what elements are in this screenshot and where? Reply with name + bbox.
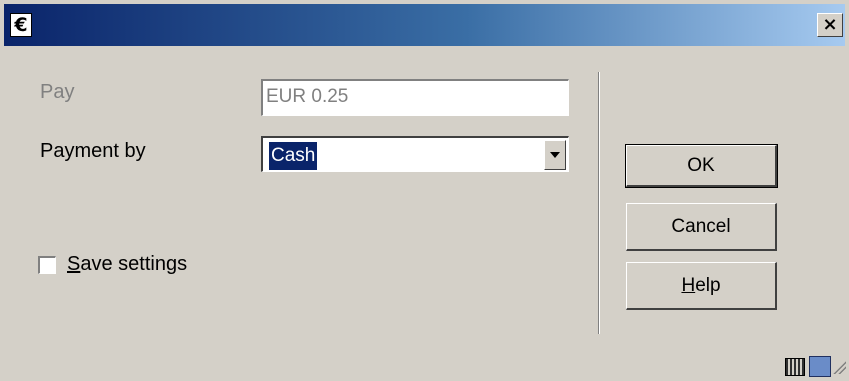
cancel-button[interactable]: Cancel bbox=[626, 203, 777, 251]
pay-field: EUR 0.25 bbox=[261, 79, 569, 116]
save-settings-label-text: Save settings bbox=[67, 253, 188, 275]
payment-by-dropdown[interactable]: Cash bbox=[261, 136, 569, 172]
save-settings-checkbox[interactable] bbox=[38, 256, 56, 274]
pay-label: Pay bbox=[40, 81, 75, 103]
ok-button[interactable]: OK bbox=[625, 144, 778, 188]
chevron-down-icon[interactable] bbox=[544, 140, 566, 170]
save-settings-label[interactable]: Save settings bbox=[67, 253, 187, 276]
help-button[interactable]: Help bbox=[626, 262, 777, 310]
size-grip-icon[interactable] bbox=[832, 360, 846, 374]
divider bbox=[598, 72, 600, 334]
close-button[interactable]: × bbox=[817, 13, 843, 37]
title-bar[interactable]: € × bbox=[4, 4, 845, 46]
keyboard-icon[interactable] bbox=[785, 358, 805, 376]
payment-by-selected-value: Cash bbox=[269, 142, 318, 170]
euro-icon: € bbox=[10, 13, 32, 37]
payment-dialog: € × Pay EUR 0.25 Payment by Cash Save se… bbox=[0, 0, 849, 381]
payment-by-label: Payment by bbox=[40, 140, 146, 162]
resize-icon[interactable] bbox=[809, 356, 831, 377]
